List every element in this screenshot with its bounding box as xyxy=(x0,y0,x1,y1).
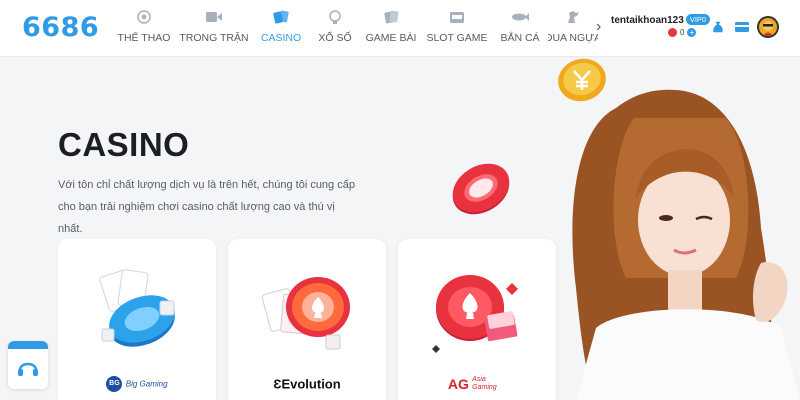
provider-name: Asia Gaming xyxy=(472,376,497,391)
username[interactable]: tentaikhoan123 xyxy=(611,15,684,26)
provider-brand: ƐEvolution xyxy=(228,376,386,391)
nav-item-the-thao[interactable]: THỂ THAO xyxy=(112,0,176,57)
nav-label: THỂ THAO xyxy=(117,32,171,44)
page-title: CASINO xyxy=(58,126,190,163)
support-bar xyxy=(8,341,48,349)
big-gaming-logo-icon: BG xyxy=(106,376,123,392)
avatar[interactable] xyxy=(757,16,779,38)
nav-next-arrow-icon[interactable]: › xyxy=(596,18,601,36)
cards-icon xyxy=(272,8,290,26)
page-description: Với tôn chỉ chất lượng dịch vụ là trên h… xyxy=(58,179,355,235)
vip-badge: VIP0 xyxy=(685,14,711,25)
top-header: 6686 THỂ THAO TRONG TRẬN CASINO XỔ SỐ GA… xyxy=(0,0,800,57)
provider-name: Evolution xyxy=(281,376,341,392)
video-icon xyxy=(205,8,223,26)
chips-and-cards-icon xyxy=(99,269,175,347)
horse-icon xyxy=(564,8,582,26)
provider-list: BG Big Gaming ƐEvolution AG Asia Gaming xyxy=(58,239,556,400)
provider-card-asia-gaming[interactable]: AG Asia Gaming xyxy=(398,239,556,400)
nav-label: CASINO xyxy=(260,32,302,44)
chip-and-cards-icon xyxy=(261,277,350,350)
coin-icon xyxy=(668,28,677,37)
nav-item-ban-ca[interactable]: BẮN CÁ xyxy=(492,0,548,57)
provider-brand: AG Asia Gaming xyxy=(398,376,556,392)
page: { "header": { "logo": "6686", "nav": [ {… xyxy=(0,0,800,400)
balance: 0 + xyxy=(668,28,697,37)
poker-chip-icon xyxy=(452,163,510,215)
lottery-icon xyxy=(326,8,344,26)
provider-card-big-gaming[interactable]: BG Big Gaming xyxy=(58,239,216,400)
chip-and-cards-icon xyxy=(432,275,518,353)
site-logo[interactable]: 6686 xyxy=(22,12,99,43)
money-bag-icon[interactable] xyxy=(710,20,726,34)
card-icon[interactable] xyxy=(734,20,750,34)
support-button[interactable] xyxy=(8,341,48,389)
balance-value: 0 xyxy=(680,28,685,37)
provider-name: Big Gaming xyxy=(125,379,168,389)
nav-item-casino[interactable]: CASINO xyxy=(252,0,310,57)
hostess-image xyxy=(572,89,800,400)
soccer-ball-icon xyxy=(135,8,153,26)
card-game-icon xyxy=(382,8,400,26)
refresh-icon[interactable]: + xyxy=(687,28,697,37)
nav-item-trong-tran[interactable]: TRONG TRẬN xyxy=(176,0,252,57)
nav-label: BẮN CÁ xyxy=(500,32,540,44)
nav-label: TRONG TRẬN xyxy=(179,32,249,44)
nav-label: XỔ SỐ xyxy=(318,32,352,44)
fish-icon xyxy=(511,8,529,26)
nav-item-slot-game[interactable]: SLOT GAME xyxy=(422,0,492,57)
nav-item-dua-ngua[interactable]: ĐUA NGỰA xyxy=(548,0,598,57)
main-nav: THỂ THAO TRONG TRẬN CASINO XỔ SỐ GAME BÀ… xyxy=(112,0,598,57)
nav-label: ĐUA NGỰA xyxy=(548,32,598,44)
nav-label: SLOT GAME xyxy=(426,32,488,44)
nav-item-game-bai[interactable]: GAME BÀI xyxy=(360,0,422,57)
asia-gaming-logo-icon: AG xyxy=(447,376,469,392)
nav-item-xo-so[interactable]: XỔ SỐ xyxy=(310,0,360,57)
nav-label: GAME BÀI xyxy=(365,32,417,44)
provider-brand: BG Big Gaming xyxy=(58,376,216,392)
provider-card-evolution[interactable]: ƐEvolution xyxy=(228,239,386,400)
headset-icon xyxy=(18,362,38,376)
slot-machine-icon xyxy=(448,8,466,26)
user-info: tentaikhoan123 VIP0 xyxy=(611,10,711,28)
